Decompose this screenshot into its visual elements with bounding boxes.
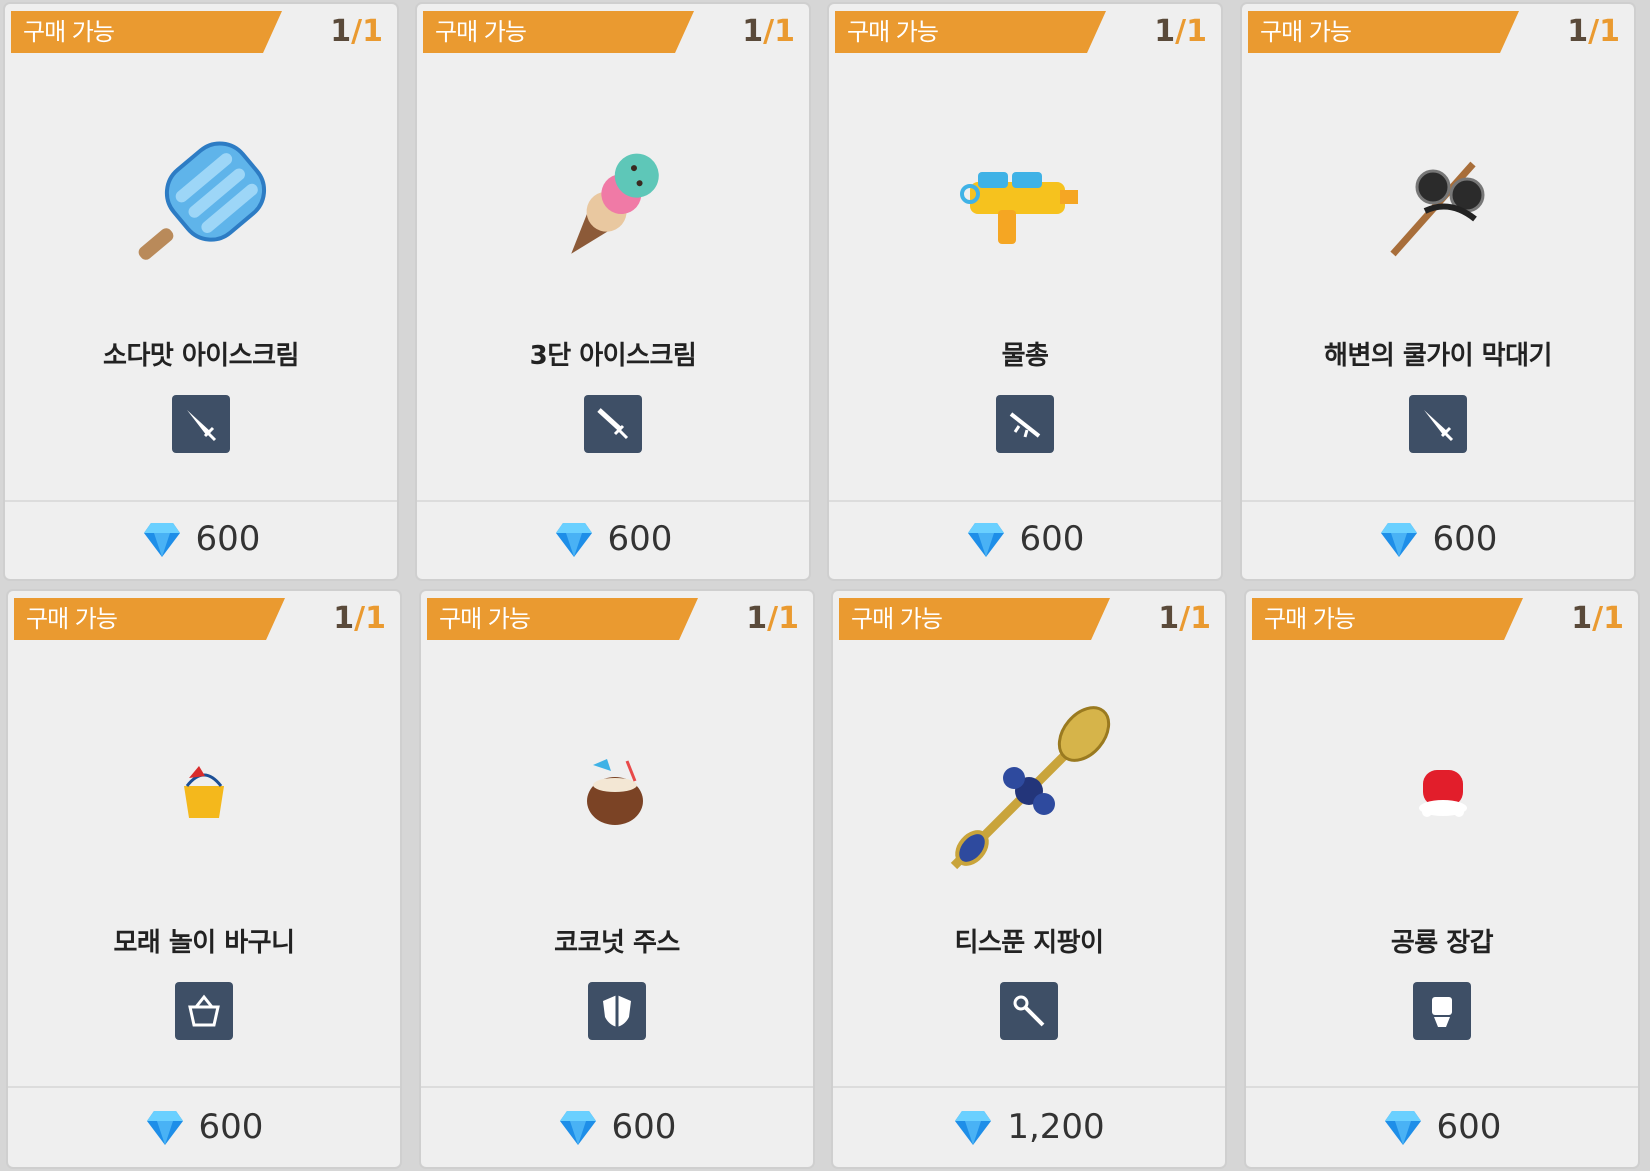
gem-icon bbox=[146, 1111, 183, 1145]
gem-icon bbox=[1384, 1111, 1421, 1145]
item-name: 소다맛 아이스크림 bbox=[103, 341, 299, 371]
price[interactable]: 600 bbox=[829, 499, 1221, 579]
sword-icon bbox=[1409, 395, 1467, 453]
item-image bbox=[1246, 681, 1638, 901]
available-badge: 구매 가능 bbox=[14, 598, 285, 640]
price[interactable]: 600 bbox=[5, 499, 397, 579]
purchase-count: 1/1 bbox=[746, 601, 799, 636]
purchase-count: 1/1 bbox=[333, 601, 386, 636]
item-image bbox=[421, 681, 813, 901]
available-badge: 구매 가능 bbox=[11, 11, 282, 53]
basket-icon bbox=[175, 982, 233, 1040]
shop-grid: 구매 가능 1/1 소다맛 아이스크림 600 구매 가능 1/1 3단 아이스… bbox=[0, 0, 1650, 1171]
gem-icon bbox=[1380, 523, 1417, 557]
dagger-icon bbox=[584, 395, 642, 453]
purchase-count: 1/1 bbox=[1571, 601, 1624, 636]
item-name: 3단 아이스크림 bbox=[529, 341, 697, 371]
item-name: 코코넛 주스 bbox=[554, 928, 680, 958]
available-badge: 구매 가능 bbox=[835, 11, 1106, 53]
fist-icon bbox=[1413, 982, 1471, 1040]
item-name: 해변의 쿨가이 막대기 bbox=[1324, 341, 1552, 371]
item-name: 티스푼 지팡이 bbox=[954, 928, 1104, 958]
shop-item-card[interactable]: 구매 가능 1/1 티스푼 지팡이 1,200 bbox=[831, 589, 1227, 1169]
staff-icon bbox=[1000, 982, 1058, 1040]
dino-glove-icon bbox=[1419, 770, 1467, 817]
coconut-juice-icon bbox=[587, 759, 643, 825]
item-name: 물총 bbox=[1001, 341, 1049, 371]
purchase-count: 1/1 bbox=[1158, 601, 1211, 636]
item-image bbox=[5, 94, 397, 314]
price[interactable]: 600 bbox=[1242, 499, 1634, 579]
price[interactable]: 600 bbox=[8, 1087, 400, 1167]
item-image bbox=[417, 94, 809, 314]
popsicle-icon bbox=[138, 141, 267, 260]
gem-icon bbox=[967, 523, 1004, 557]
gem-icon bbox=[559, 1111, 596, 1145]
price[interactable]: 600 bbox=[417, 499, 809, 579]
purchase-count: 1/1 bbox=[1567, 14, 1620, 49]
sand-bucket-icon bbox=[184, 766, 224, 818]
price[interactable]: 1,200 bbox=[833, 1087, 1225, 1167]
shop-item-card[interactable]: 구매 가능 1/1 해변의 쿨가이 막대기 600 bbox=[1240, 2, 1636, 581]
available-badge: 구매 가능 bbox=[1252, 598, 1523, 640]
shop-item-card[interactable]: 구매 가능 1/1 모래 놀이 바구니 600 bbox=[6, 589, 402, 1169]
shield-icon bbox=[588, 982, 646, 1040]
gem-icon bbox=[955, 1111, 992, 1145]
price[interactable]: 600 bbox=[421, 1087, 813, 1167]
rifle-icon bbox=[996, 395, 1054, 453]
shop-item-card[interactable]: 구매 가능 1/1 공룡 장갑 600 bbox=[1244, 589, 1640, 1169]
shop-item-card[interactable]: 구매 가능 1/1 코코넛 주스 600 bbox=[419, 589, 815, 1169]
purchase-count: 1/1 bbox=[330, 14, 383, 49]
item-name: 공룡 장갑 bbox=[1390, 928, 1494, 958]
item-image bbox=[833, 681, 1225, 901]
price[interactable]: 600 bbox=[1246, 1087, 1638, 1167]
shop-item-card[interactable]: 구매 가능 1/1 물총 600 bbox=[827, 2, 1223, 581]
available-badge: 구매 가능 bbox=[427, 598, 698, 640]
ice-cream-cone-icon bbox=[571, 153, 659, 254]
item-image bbox=[1242, 94, 1634, 314]
purchase-count: 1/1 bbox=[742, 14, 795, 49]
available-badge: 구매 가능 bbox=[1248, 11, 1519, 53]
sword-icon bbox=[172, 395, 230, 453]
shop-item-card[interactable]: 구매 가능 1/1 3단 아이스크림 600 bbox=[415, 2, 811, 581]
gem-icon bbox=[555, 523, 592, 557]
gem-icon bbox=[143, 523, 180, 557]
available-badge: 구매 가능 bbox=[839, 598, 1110, 640]
item-image bbox=[829, 94, 1221, 314]
sunglasses-stick-icon bbox=[1390, 161, 1485, 257]
item-name: 모래 놀이 바구니 bbox=[113, 928, 295, 958]
water-gun-icon bbox=[960, 172, 1078, 244]
shop-item-card[interactable]: 구매 가능 1/1 소다맛 아이스크림 600 bbox=[3, 2, 399, 581]
purchase-count: 1/1 bbox=[1154, 14, 1207, 49]
teaspoon-staff-icon bbox=[950, 706, 1111, 870]
item-image bbox=[8, 681, 400, 901]
available-badge: 구매 가능 bbox=[423, 11, 694, 53]
